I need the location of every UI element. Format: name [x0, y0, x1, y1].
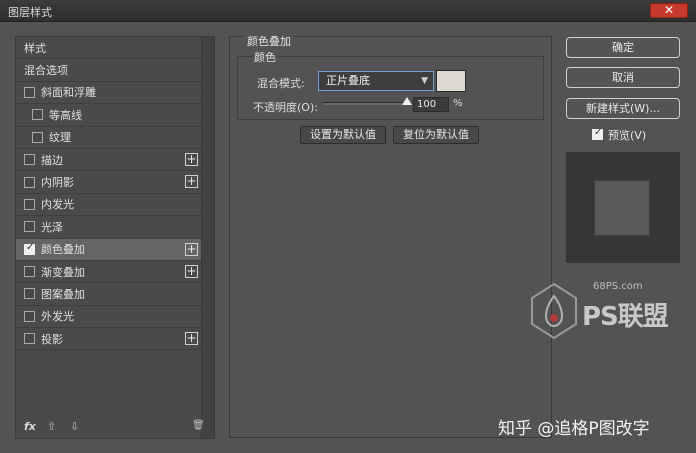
style-checkbox[interactable]	[24, 221, 35, 233]
add-style-button[interactable]: +	[185, 264, 198, 278]
add-style-button[interactable]: +	[185, 152, 198, 166]
style-preview	[566, 152, 680, 263]
style-list-item-label: 图案叠加	[41, 287, 85, 301]
style-list-item[interactable]: 内发光	[16, 194, 202, 217]
style-checkbox[interactable]	[24, 86, 35, 98]
style-checkbox[interactable]	[24, 310, 35, 322]
style-checkbox[interactable]	[32, 131, 43, 143]
style-list-panel: 样式混合选项斜面和浮雕等高线纹理描边 + 内阴影 + 内发光光泽颜色叠加 + 渐变叠加 + 图案…	[15, 36, 215, 439]
style-list-item-label: 渐变叠加	[41, 265, 85, 279]
watermark-site: 68PS.com	[593, 281, 643, 292]
style-list-item[interactable]: 投影 +	[16, 328, 202, 351]
style-list-item-label: 内发光	[41, 198, 74, 212]
set-default-button[interactable]: 设置为默认值	[300, 126, 386, 144]
style-list-item[interactable]: 图案叠加	[16, 283, 202, 306]
style-checkbox[interactable]	[32, 109, 43, 121]
style-list-item-label: 斜面和浮雕	[41, 86, 96, 100]
style-list-item-label: 样式	[24, 41, 46, 55]
blend-mode-label: 混合模式:	[257, 77, 305, 90]
style-list-item[interactable]: 内阴影 +	[16, 171, 202, 194]
new-style-button[interactable]: 新建样式(W)...	[566, 98, 680, 119]
style-list-toolbar: fx ⇧ ⇩ 🗑	[16, 416, 205, 438]
move-down-icon[interactable]: ⇩	[70, 420, 79, 433]
style-list-item-label: 纹理	[49, 131, 71, 145]
overlay-color-swatch[interactable]	[436, 70, 466, 92]
preview-thumbnail	[594, 180, 650, 236]
style-list-item[interactable]: 描边 +	[16, 149, 202, 172]
style-list-item-label: 内阴影	[41, 176, 74, 190]
watermark-logo-icon	[531, 282, 577, 340]
style-list-item[interactable]: 颜色叠加 +	[16, 238, 202, 261]
style-list-item-label: 混合选项	[24, 64, 68, 78]
style-list-item[interactable]: 渐变叠加 +	[16, 261, 202, 284]
ok-button[interactable]: 确定	[566, 37, 680, 58]
color-group-title: 颜色	[252, 49, 278, 65]
group-title: 颜色叠加	[244, 33, 294, 49]
style-list-item-label: 描边	[41, 153, 63, 167]
style-checkbox[interactable]	[24, 288, 35, 300]
opacity-label: 不透明度(O):	[253, 101, 318, 114]
style-checkbox[interactable]	[24, 266, 35, 278]
reset-default-button[interactable]: 复位为默认值	[393, 126, 479, 144]
blend-mode-value: 正片叠底	[326, 74, 370, 87]
style-list-item[interactable]: 光泽	[16, 216, 202, 239]
style-checkbox[interactable]	[24, 198, 35, 210]
blend-mode-select[interactable]: 正片叠底 ▼	[318, 71, 434, 91]
style-list-item-label: 投影	[41, 332, 63, 346]
style-list-item[interactable]: 混合选项	[16, 59, 202, 82]
style-checkbox[interactable]	[24, 333, 35, 345]
opacity-input[interactable]: 100	[413, 97, 449, 112]
style-list-item-label: 颜色叠加	[41, 243, 85, 257]
style-list-item-label: 光泽	[41, 220, 63, 234]
add-style-button[interactable]: +	[185, 332, 198, 346]
window-title: 图层样式	[8, 6, 52, 19]
opacity-slider-track[interactable]	[323, 102, 411, 105]
watermark-zhihu-text: 知乎 @追格P图改字	[498, 419, 650, 439]
close-button[interactable]: ✕	[650, 3, 688, 18]
watermark-ps-text: PS联盟	[582, 302, 669, 332]
add-style-button[interactable]: +	[185, 242, 198, 256]
style-list-item[interactable]: 样式	[16, 37, 202, 60]
style-checkbox[interactable]	[24, 176, 35, 188]
chevron-down-icon: ▼	[421, 76, 428, 86]
style-list-scrollbar[interactable]	[201, 37, 214, 438]
move-up-icon[interactable]: ⇧	[47, 420, 56, 433]
preview-label: 预览(V)	[608, 129, 647, 142]
style-list-item-label: 等高线	[49, 108, 82, 122]
style-list-item[interactable]: 外发光	[16, 306, 202, 329]
trash-icon[interactable]: 🗑	[192, 420, 205, 431]
style-checkbox[interactable]	[24, 154, 35, 166]
opacity-slider-thumb[interactable]	[402, 97, 412, 105]
cancel-button[interactable]: 取消	[566, 67, 680, 88]
style-checkbox[interactable]	[24, 242, 35, 255]
style-list-item[interactable]: 斜面和浮雕	[16, 82, 202, 105]
title-bar: 图层样式 ✕	[0, 0, 696, 22]
style-list-item-label: 外发光	[41, 310, 74, 324]
add-style-button[interactable]: +	[185, 175, 198, 189]
fx-icon[interactable]: fx	[24, 420, 36, 433]
style-list-item[interactable]: 纹理	[16, 127, 202, 149]
style-list: 样式混合选项斜面和浮雕等高线纹理描边 + 内阴影 + 内发光光泽颜色叠加 + 渐变叠加 + 图案…	[16, 37, 202, 351]
opacity-unit: %	[453, 98, 463, 109]
preview-checkbox[interactable]	[592, 127, 603, 140]
style-list-item[interactable]: 等高线	[16, 104, 202, 127]
